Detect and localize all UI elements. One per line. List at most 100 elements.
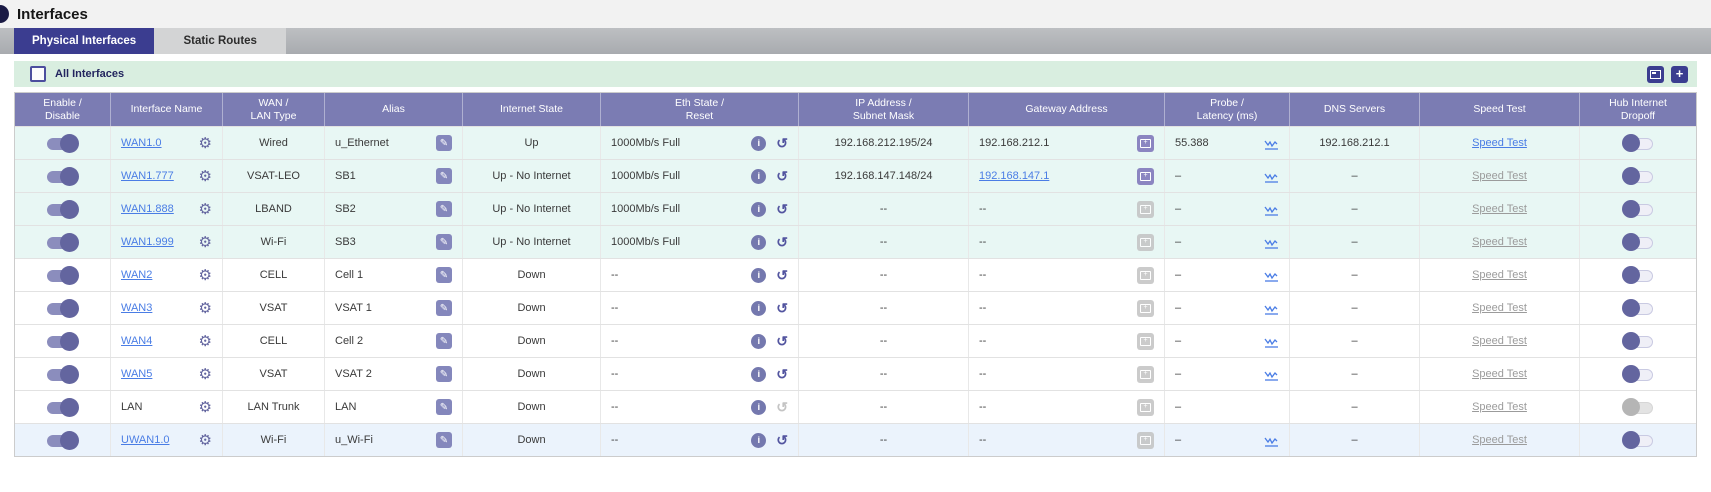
- interface-name-link[interactable]: WAN3: [121, 302, 152, 314]
- info-icon[interactable]: i: [751, 433, 766, 448]
- gear-icon[interactable]: ⚙: [199, 268, 212, 283]
- hub-dropoff-toggle[interactable]: [1622, 332, 1655, 351]
- gateway-text[interactable]: 192.168.147.1: [979, 170, 1049, 182]
- info-icon[interactable]: i: [751, 334, 766, 349]
- hub-dropoff-toggle[interactable]: [1622, 134, 1655, 153]
- ping-gateway-button[interactable]: +: [1137, 267, 1154, 284]
- hub-dropoff-toggle[interactable]: [1622, 299, 1655, 318]
- reset-icon[interactable]: ↺: [776, 235, 788, 249]
- edit-alias-button[interactable]: ✎: [436, 366, 452, 382]
- speed-test-link[interactable]: Speed Test: [1472, 137, 1527, 149]
- latency-chart-button[interactable]: [1264, 368, 1279, 381]
- reset-icon[interactable]: ↺: [776, 169, 788, 183]
- speed-test-link[interactable]: Speed Test: [1472, 434, 1527, 446]
- hub-dropoff-toggle[interactable]: [1622, 233, 1655, 252]
- tab-static-routes[interactable]: Static Routes: [154, 28, 286, 54]
- latency-chart-button[interactable]: [1264, 170, 1279, 183]
- enable-toggle[interactable]: [46, 167, 79, 186]
- enable-toggle[interactable]: [46, 398, 79, 417]
- hub-dropoff-toggle[interactable]: [1622, 365, 1655, 384]
- ping-gateway-button[interactable]: +: [1137, 201, 1154, 218]
- gear-icon[interactable]: ⚙: [199, 433, 212, 448]
- hub-dropoff-toggle[interactable]: [1622, 398, 1655, 417]
- info-icon[interactable]: i: [751, 367, 766, 382]
- interface-name-link[interactable]: WAN2: [121, 269, 152, 281]
- enable-toggle[interactable]: [46, 134, 79, 153]
- speed-test-link[interactable]: Speed Test: [1472, 335, 1527, 347]
- gear-icon[interactable]: ⚙: [199, 301, 212, 316]
- reset-icon[interactable]: ↺: [776, 433, 788, 447]
- info-icon[interactable]: i: [751, 400, 766, 415]
- edit-alias-button[interactable]: ✎: [436, 300, 452, 316]
- info-icon[interactable]: i: [751, 169, 766, 184]
- speed-test-link[interactable]: Speed Test: [1472, 236, 1527, 248]
- edit-alias-button[interactable]: ✎: [436, 201, 452, 217]
- all-interfaces-checkbox[interactable]: [30, 66, 46, 82]
- reset-icon[interactable]: ↺: [776, 136, 788, 150]
- ping-gateway-button[interactable]: +: [1137, 432, 1154, 449]
- gear-icon[interactable]: ⚙: [199, 400, 212, 415]
- gear-icon[interactable]: ⚙: [199, 367, 212, 382]
- interface-name-link[interactable]: WAN1.777: [121, 170, 174, 182]
- gear-icon[interactable]: ⚙: [199, 169, 212, 184]
- info-icon[interactable]: i: [751, 235, 766, 250]
- reset-icon[interactable]: ↺: [776, 400, 788, 414]
- gear-icon[interactable]: ⚙: [199, 334, 212, 349]
- speed-test-link[interactable]: Speed Test: [1472, 401, 1527, 413]
- interface-name-link[interactable]: WAN1.888: [121, 203, 174, 215]
- ping-gateway-button[interactable]: +: [1137, 135, 1154, 152]
- edit-alias-button[interactable]: ✎: [436, 234, 452, 250]
- interface-name-link[interactable]: WAN1.0: [121, 137, 162, 149]
- reset-icon[interactable]: ↺: [776, 301, 788, 315]
- latency-chart-button[interactable]: [1264, 302, 1279, 315]
- reset-icon[interactable]: ↺: [776, 202, 788, 216]
- tab-physical-interfaces[interactable]: Physical Interfaces: [14, 28, 154, 54]
- latency-chart-button[interactable]: [1264, 203, 1279, 216]
- ping-gateway-button[interactable]: +: [1137, 168, 1154, 185]
- info-icon[interactable]: i: [751, 202, 766, 217]
- edit-alias-button[interactable]: ✎: [436, 432, 452, 448]
- speed-test-link[interactable]: Speed Test: [1472, 368, 1527, 380]
- interface-name-link[interactable]: WAN5: [121, 368, 152, 380]
- info-icon[interactable]: i: [751, 136, 766, 151]
- latency-chart-button[interactable]: [1264, 269, 1279, 282]
- enable-toggle[interactable]: [46, 233, 79, 252]
- hub-dropoff-toggle[interactable]: [1622, 266, 1655, 285]
- enable-toggle[interactable]: [46, 332, 79, 351]
- ping-gateway-button[interactable]: +: [1137, 333, 1154, 350]
- interface-name-link[interactable]: WAN4: [121, 335, 152, 347]
- reset-icon[interactable]: ↺: [776, 334, 788, 348]
- interface-name-link[interactable]: WAN1.999: [121, 236, 174, 248]
- speed-test-link[interactable]: Speed Test: [1472, 269, 1527, 281]
- ping-gateway-button[interactable]: +: [1137, 234, 1154, 251]
- gear-icon[interactable]: ⚙: [199, 136, 212, 151]
- info-icon[interactable]: i: [751, 268, 766, 283]
- speed-test-link[interactable]: Speed Test: [1472, 302, 1527, 314]
- speed-test-link[interactable]: Speed Test: [1472, 203, 1527, 215]
- enable-toggle[interactable]: [46, 299, 79, 318]
- enable-toggle[interactable]: [46, 200, 79, 219]
- enable-toggle[interactable]: [46, 365, 79, 384]
- gear-icon[interactable]: ⚙: [199, 235, 212, 250]
- card-view-button[interactable]: [1647, 66, 1664, 83]
- ping-gateway-button[interactable]: +: [1137, 399, 1154, 416]
- hub-dropoff-toggle[interactable]: [1622, 167, 1655, 186]
- latency-chart-button[interactable]: [1264, 236, 1279, 249]
- latency-chart-button[interactable]: [1264, 434, 1279, 447]
- ping-gateway-button[interactable]: +: [1137, 366, 1154, 383]
- info-icon[interactable]: i: [751, 301, 766, 316]
- latency-chart-button[interactable]: [1264, 335, 1279, 348]
- edit-alias-button[interactable]: ✎: [436, 399, 452, 415]
- interface-name-link[interactable]: UWAN1.0: [121, 434, 170, 446]
- edit-alias-button[interactable]: ✎: [436, 135, 452, 151]
- hub-dropoff-toggle[interactable]: [1622, 200, 1655, 219]
- reset-icon[interactable]: ↺: [776, 367, 788, 381]
- enable-toggle[interactable]: [46, 266, 79, 285]
- ping-gateway-button[interactable]: +: [1137, 300, 1154, 317]
- hub-dropoff-toggle[interactable]: [1622, 431, 1655, 450]
- add-button[interactable]: +: [1671, 66, 1688, 83]
- latency-chart-button[interactable]: [1264, 137, 1279, 150]
- enable-toggle[interactable]: [46, 431, 79, 450]
- edit-alias-button[interactable]: ✎: [436, 333, 452, 349]
- edit-alias-button[interactable]: ✎: [436, 168, 452, 184]
